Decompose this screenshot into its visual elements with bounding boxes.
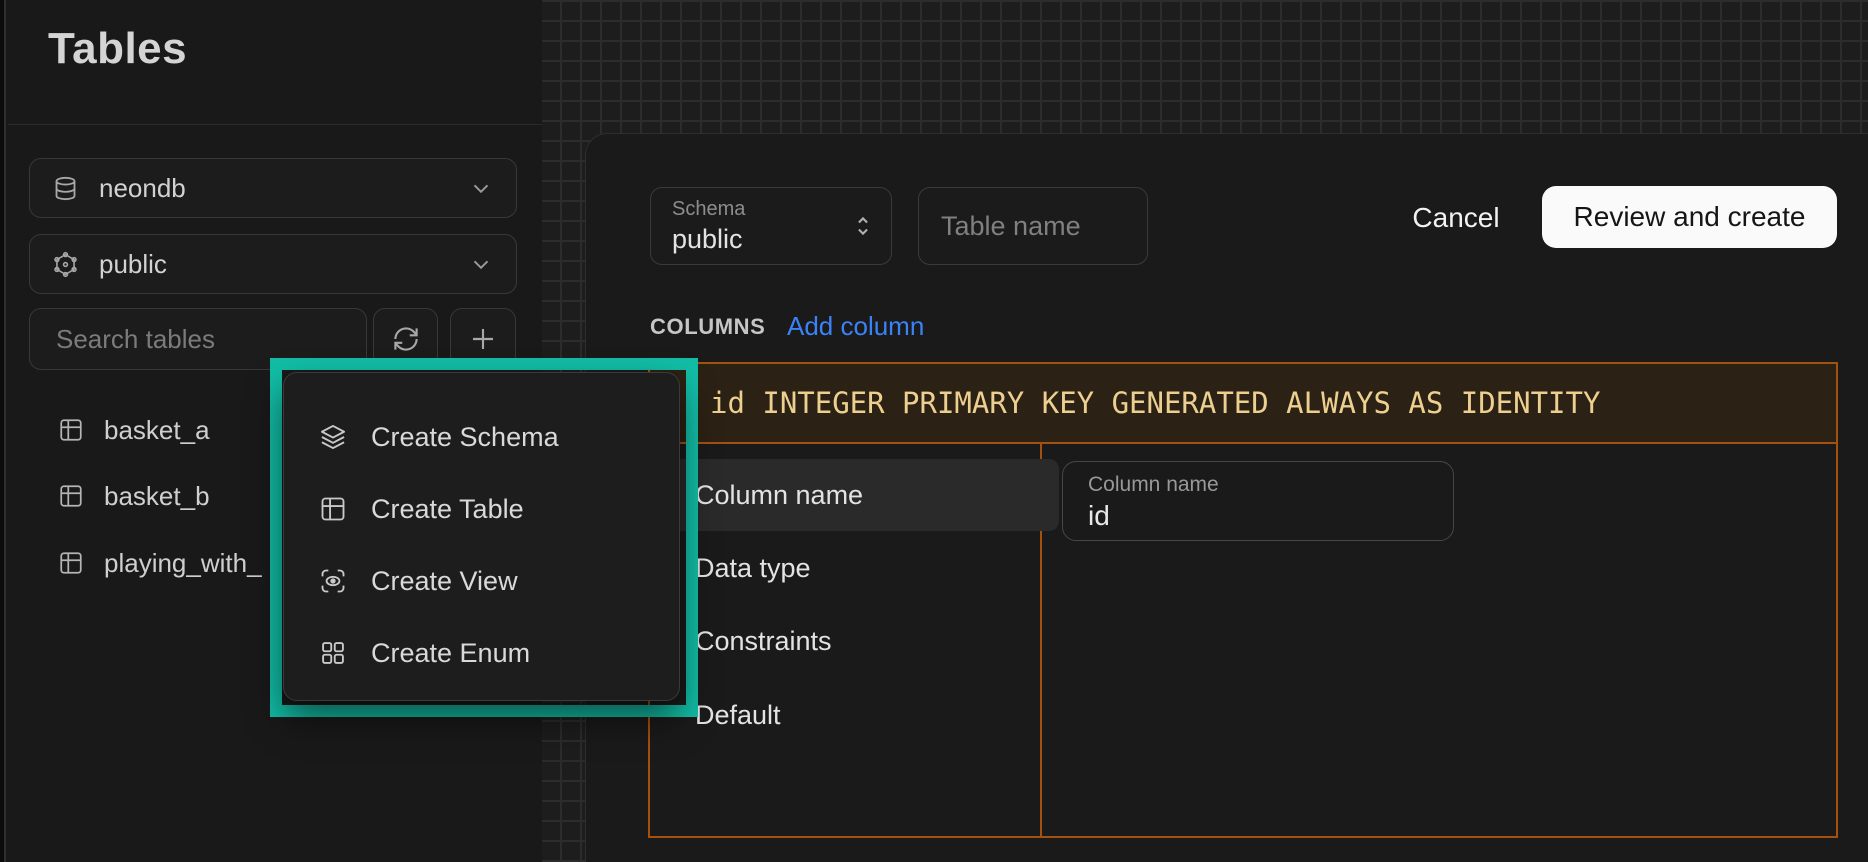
tab-default[interactable]: Default [662, 679, 1059, 751]
tab-label: Data type [695, 553, 811, 584]
table-name-input[interactable] [918, 187, 1148, 265]
table-icon [58, 483, 84, 509]
column-name-field-label: Column name [1088, 473, 1219, 497]
table-icon [319, 495, 347, 523]
cancel-button[interactable]: Cancel [1396, 190, 1516, 246]
column-name-field: Column name [1062, 461, 1454, 541]
view-icon [319, 567, 347, 595]
schema-select-field[interactable]: Schema public [650, 187, 892, 265]
refresh-icon [391, 324, 421, 354]
schema-select-sidebar[interactable]: public [29, 234, 517, 294]
table-row-label: basket_b [104, 481, 210, 512]
create-new-button[interactable] [450, 308, 516, 370]
chevron-up-down-icon [849, 212, 877, 245]
review-and-create-button[interactable]: Review and create [1542, 186, 1837, 248]
chevron-down-icon [468, 251, 494, 277]
search-input[interactable] [29, 308, 367, 370]
database-select[interactable]: neondb [29, 158, 517, 218]
schema-icon [52, 251, 79, 278]
menu-item-label: Create Table [371, 494, 524, 525]
table-icon [58, 417, 84, 443]
create-menu: Create Schema Create Table Create View [283, 372, 680, 701]
table-row-label: playing_with_ [104, 548, 262, 579]
column-sql-row[interactable]: id INTEGER PRIMARY KEY GENERATED ALWAYS … [650, 364, 1836, 444]
schema-field-value: public [672, 224, 743, 255]
table-row-label: basket_a [104, 415, 210, 446]
schema-field-label: Schema [672, 198, 745, 221]
tab-constraints[interactable]: Constraints [662, 605, 1059, 677]
columns-heading: COLUMNS [650, 314, 765, 340]
database-icon [52, 175, 79, 202]
column-editor: id INTEGER PRIMARY KEY GENERATED ALWAYS … [648, 362, 1838, 838]
refresh-button[interactable] [373, 308, 438, 370]
menu-item-label: Create Enum [371, 638, 530, 669]
add-column-link[interactable]: Add column [787, 311, 924, 342]
menu-item-label: Create Schema [371, 422, 559, 453]
chevron-down-icon [468, 175, 494, 201]
table-icon [58, 550, 84, 576]
menu-item-create-schema[interactable]: Create Schema [284, 401, 679, 473]
tab-column-name[interactable]: Column name [662, 459, 1059, 531]
column-name-input[interactable] [1088, 500, 1418, 532]
schema-select-value: public [99, 249, 167, 280]
column-sql-text: id INTEGER PRIMARY KEY GENERATED ALWAYS … [710, 386, 1600, 420]
app-window: Tables neondb [0, 0, 1868, 862]
menu-item-create-table[interactable]: Create Table [284, 473, 679, 545]
tab-label: Column name [695, 480, 863, 511]
tab-data-type[interactable]: Data type [662, 532, 1059, 604]
tab-label: Constraints [695, 626, 832, 657]
menu-item-create-view[interactable]: Create View [284, 545, 679, 617]
plus-icon [467, 323, 499, 355]
window-left-edge [0, 0, 6, 862]
menu-item-create-enum[interactable]: Create Enum [284, 617, 679, 689]
enum-icon [319, 639, 347, 667]
menu-item-label: Create View [371, 566, 518, 597]
tab-label: Default [695, 700, 781, 731]
page-title: Tables [48, 24, 187, 74]
sidebar-divider [8, 124, 542, 125]
database-select-value: neondb [99, 173, 186, 204]
layers-icon [319, 423, 347, 451]
